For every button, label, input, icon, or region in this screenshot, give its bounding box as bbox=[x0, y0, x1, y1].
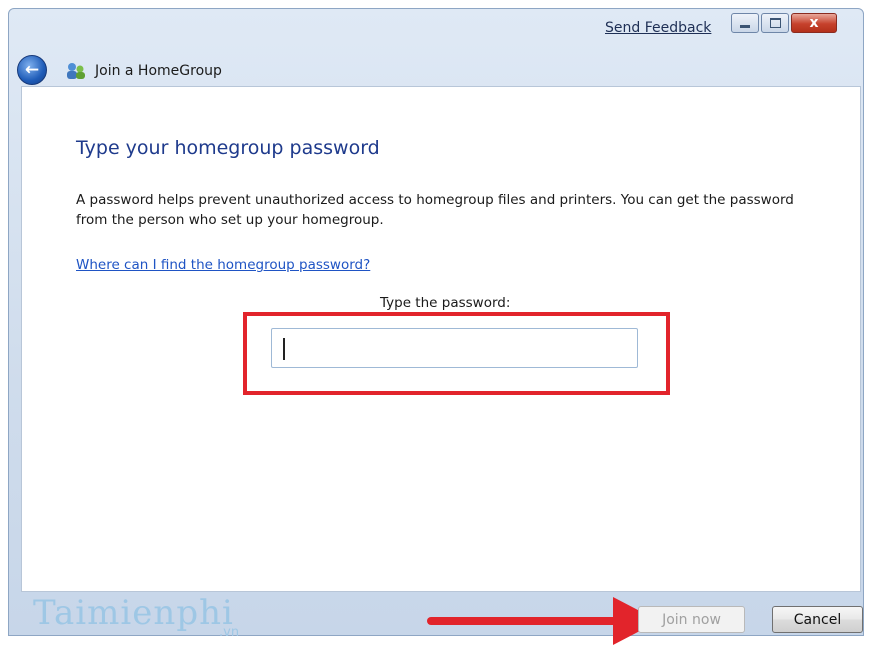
window-title: Join a HomeGroup bbox=[95, 63, 222, 79]
password-input[interactable] bbox=[271, 328, 638, 368]
send-feedback-link[interactable]: Send Feedback bbox=[605, 20, 711, 36]
maximize-icon bbox=[769, 18, 781, 28]
minimize-button[interactable] bbox=[731, 13, 759, 33]
window-controls: x bbox=[731, 13, 839, 33]
close-button[interactable]: x bbox=[791, 13, 837, 33]
text-caret bbox=[283, 338, 285, 360]
minimize-icon bbox=[740, 25, 750, 28]
back-arrow-icon: ← bbox=[24, 60, 40, 80]
back-button[interactable]: ← bbox=[17, 55, 47, 85]
pointer-arrow-icon bbox=[427, 597, 659, 645]
page-heading: Type your homegroup password bbox=[76, 137, 380, 159]
cancel-button[interactable]: Cancel bbox=[772, 606, 863, 633]
close-icon: x bbox=[809, 15, 819, 31]
join-now-button[interactable]: Join now bbox=[638, 606, 745, 633]
find-password-link[interactable]: Where can I find the homegroup password? bbox=[76, 257, 370, 273]
watermark-logo: Taimienphi bbox=[33, 593, 234, 633]
watermark-suffix: .vn bbox=[219, 625, 240, 640]
homegroup-icon bbox=[67, 63, 85, 79]
join-homegroup-window: Send Feedback x ← Join a HomeGroup Type … bbox=[8, 8, 864, 645]
footer-bar: Taimienphi .vn Join now Cancel bbox=[21, 592, 863, 645]
description-text: A password helps prevent unauthorized ac… bbox=[76, 192, 794, 228]
content-panel: Type your homegroup password A password … bbox=[21, 86, 861, 592]
password-label: Type the password: bbox=[380, 295, 511, 311]
maximize-button[interactable] bbox=[761, 13, 789, 33]
navigation-bar: ← Join a HomeGroup bbox=[9, 53, 863, 87]
title-bar: Send Feedback x bbox=[9, 9, 863, 45]
